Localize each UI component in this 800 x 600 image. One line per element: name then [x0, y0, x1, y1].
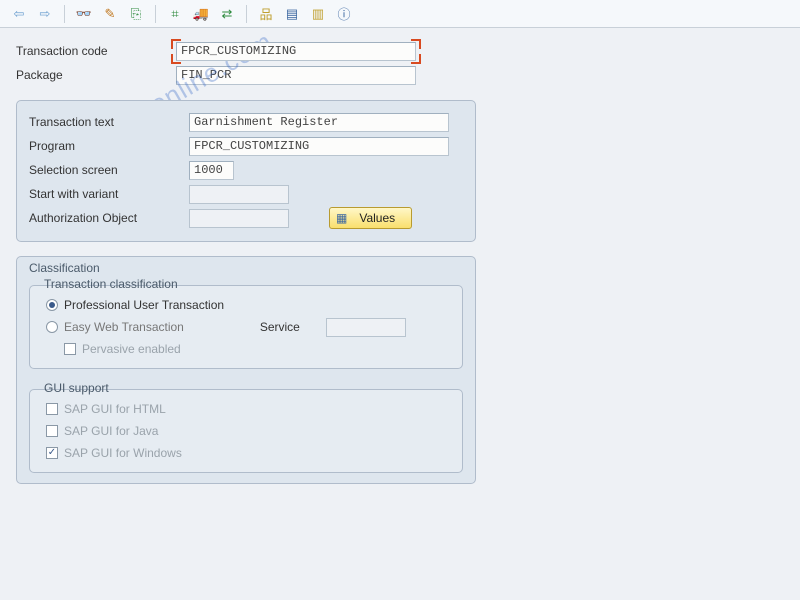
check-gui-windows[interactable]: ✓ SAP GUI for Windows [46, 442, 452, 464]
values-button[interactable]: ▦ Values [329, 207, 412, 229]
program-input[interactable]: FPCR_CUSTOMIZING [189, 137, 449, 156]
transaction-classification-title: Transaction classification [40, 277, 182, 291]
transaction-classification-panel: Transaction classification Professional … [29, 285, 463, 369]
transaction-code-field-wrap: FPCR_CUSTOMIZING [176, 42, 416, 61]
check-gui-windows-label: SAP GUI for Windows [64, 446, 182, 460]
toolbar: ⇦ ⇨ 👓 ✎ ⎘ ⌗ 🚚 ⇄ 品 ▤ ▥ ⓘ [0, 0, 800, 28]
radio-professional[interactable]: Professional User Transaction [46, 294, 452, 316]
service-input[interactable] [326, 318, 406, 337]
check-pervasive-label: Pervasive enabled [82, 342, 181, 356]
separator [246, 5, 247, 23]
classification-panel: Classification Transaction classificatio… [16, 256, 476, 484]
check-gui-java-label: SAP GUI for Java [64, 424, 158, 438]
hierarchy3-icon[interactable]: ▥ [307, 3, 329, 25]
check-pervasive: Pervasive enabled [64, 338, 452, 360]
transaction-text-label: Transaction text [29, 115, 189, 129]
radio-easy-web-label: Easy Web Transaction [64, 320, 184, 334]
auth-object-label: Authorization Object [29, 211, 189, 225]
radio-easy-web[interactable]: Easy Web Transaction Service [46, 316, 452, 338]
start-variant-label: Start with variant [29, 187, 189, 201]
info-icon[interactable]: ⓘ [333, 3, 355, 25]
navigate-icon[interactable]: ⇄ [216, 3, 238, 25]
separator [155, 5, 156, 23]
where-used-icon[interactable]: ⌗ [164, 3, 186, 25]
gui-support-panel: GUI support SAP GUI for HTML SAP GUI for… [29, 389, 463, 473]
values-button-icon: ▦ [336, 211, 347, 225]
details-panel: Transaction text Garnishment Register Pr… [16, 100, 476, 242]
check-pervasive-box [64, 343, 76, 355]
classification-title: Classification [17, 261, 451, 275]
hierarchy1-icon[interactable]: 品 [255, 3, 277, 25]
check-gui-html-box [46, 403, 58, 415]
back-icon[interactable]: ⇦ [8, 3, 30, 25]
transaction-text-input[interactable]: Garnishment Register [189, 113, 449, 132]
gui-support-title: GUI support [40, 381, 113, 395]
radio-professional-indicator [46, 299, 58, 311]
copy-icon[interactable]: ⎘ [125, 3, 147, 25]
check-gui-html-label: SAP GUI for HTML [64, 402, 166, 416]
values-button-label: Values [359, 211, 395, 225]
hierarchy2-icon[interactable]: ▤ [281, 3, 303, 25]
transport-icon[interactable]: 🚚 [190, 3, 212, 25]
selection-screen-input[interactable]: 1000 [189, 161, 234, 180]
transaction-code-label: Transaction code [16, 44, 176, 58]
display-icon[interactable]: 👓 [73, 3, 95, 25]
separator [64, 5, 65, 23]
check-gui-java-box [46, 425, 58, 437]
program-label: Program [29, 139, 189, 153]
check-gui-java[interactable]: SAP GUI for Java [46, 420, 452, 442]
edit-icon[interactable]: ✎ [99, 3, 121, 25]
radio-easy-web-indicator [46, 321, 58, 333]
content-area: sapbrainsonline.com Transaction code FPC… [0, 28, 800, 496]
package-input[interactable]: FIN_PCR [176, 66, 416, 85]
service-label: Service [260, 320, 300, 334]
auth-object-input[interactable] [189, 209, 289, 228]
package-label: Package [16, 68, 176, 82]
forward-icon[interactable]: ⇨ [34, 3, 56, 25]
check-gui-html[interactable]: SAP GUI for HTML [46, 398, 452, 420]
check-gui-windows-box: ✓ [46, 447, 58, 459]
transaction-code-input[interactable]: FPCR_CUSTOMIZING [176, 42, 416, 61]
start-variant-input[interactable] [189, 185, 289, 204]
selection-screen-label: Selection screen [29, 163, 189, 177]
radio-professional-label: Professional User Transaction [64, 298, 224, 312]
